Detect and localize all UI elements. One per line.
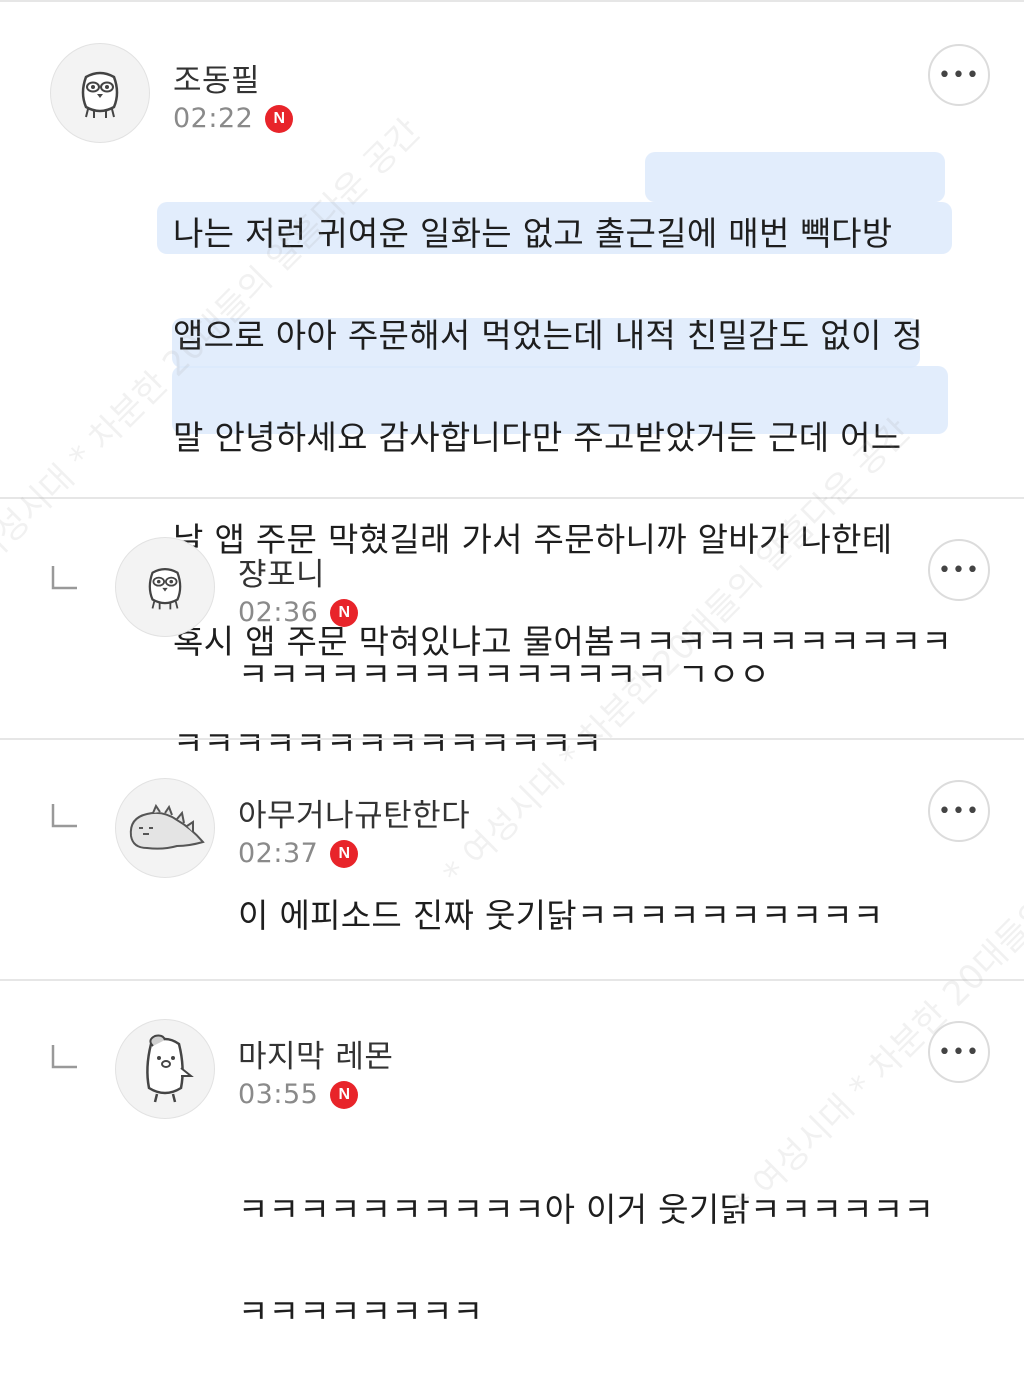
- reply-arrow-icon: [50, 1043, 78, 1071]
- more-options-button[interactable]: •••: [928, 780, 990, 842]
- new-badge: N: [330, 598, 359, 627]
- avatar[interactable]: [115, 778, 215, 878]
- timestamp: 02:22: [173, 103, 254, 134]
- nickname[interactable]: 쟝포니: [238, 549, 325, 594]
- reply-comment: 아무거나규탄한다 02:37 N ••• 이 에피소드 진짜 웃기닭ㅋㅋㅋㅋㅋㅋ…: [0, 740, 1024, 980]
- reply-comment: 쟝포니 02:36 N ••• ㅋㅋㅋㅋㅋㅋㅋㅋㅋㅋㅋㅋㅋㅋ ㄱㅇㅇ: [0, 499, 1024, 739]
- new-badge: N: [330, 839, 359, 868]
- comment-meta: 03:55 N: [238, 1079, 359, 1110]
- owl-character-icon: [81, 71, 119, 118]
- comment-text-line: ㅋㅋㅋㅋㅋㅋㅋㅋ: [238, 1292, 484, 1331]
- reply-arrow-icon: [50, 802, 78, 830]
- ellipsis-icon: •••: [938, 1039, 980, 1065]
- avatar[interactable]: [115, 1019, 215, 1119]
- reply-arrow-icon: [50, 564, 78, 592]
- avatar[interactable]: [50, 43, 150, 143]
- comment-meta: 02:22 N: [173, 103, 294, 134]
- comment-text: 이 에피소드 진짜 웃기닭ㅋㅋㅋㅋㅋㅋㅋㅋㅋㅋ: [238, 896, 884, 935]
- timestamp: 03:55: [238, 1079, 319, 1110]
- timestamp: 02:37: [238, 838, 319, 869]
- avatar[interactable]: [115, 537, 215, 637]
- dinosaur-character-icon: [129, 803, 205, 850]
- penguin-character-icon: [146, 1034, 194, 1103]
- ellipsis-icon: •••: [938, 798, 980, 824]
- comment-text: ㅋㅋㅋㅋㅋㅋㅋㅋㅋㅋ아 이거 웃기닭ㅋㅋㅋㅋㅋㅋ ㅋㅋㅋㅋㅋㅋㅋㅋ: [238, 1133, 934, 1388]
- comment-text: ㅋㅋㅋㅋㅋㅋㅋㅋㅋㅋㅋㅋㅋㅋ ㄱㅇㅇ: [238, 655, 771, 694]
- nickname[interactable]: 아무거나규탄한다: [238, 790, 470, 835]
- comment-text-line: ㅋㅋㅋㅋㅋㅋㅋㅋㅋㅋ아 이거 웃기닭ㅋㅋㅋㅋㅋㅋ: [238, 1190, 935, 1229]
- comment: 조동필 02:22 N ••• 나는 저런 귀여운 일화는 없고 출근길에 매번…: [0, 0, 1024, 763]
- more-options-button[interactable]: •••: [928, 539, 990, 601]
- owl-character-icon: [148, 568, 182, 610]
- comment-text-line: 앱으로 아아 주문해서 먹었는데 내적 친밀감도 없이 정: [173, 316, 924, 355]
- nickname[interactable]: 조동필: [173, 55, 260, 100]
- ellipsis-icon: •••: [938, 557, 980, 583]
- new-badge: N: [330, 1080, 359, 1109]
- comment-text-line: 말 안녕하세요 감사합니다만 주고받았거든 근데 어느: [173, 418, 902, 457]
- nickname[interactable]: 마지막 레몬: [238, 1031, 393, 1076]
- comment-text-line: 나는 저런 귀여운 일화는 없고 출근길에 매번 빽다방: [173, 214, 893, 253]
- timestamp: 02:36: [238, 597, 319, 628]
- comment-meta: 02:37 N: [238, 838, 359, 869]
- more-options-button[interactable]: •••: [928, 1021, 990, 1083]
- more-options-button[interactable]: •••: [928, 44, 990, 106]
- comment-meta: 02:36 N: [238, 597, 359, 628]
- new-badge: N: [265, 104, 294, 133]
- ellipsis-icon: •••: [938, 62, 980, 88]
- reply-comment: 마지막 레몬 03:55 N ••• ㅋㅋㅋㅋㅋㅋㅋㅋㅋㅋ아 이거 웃기닭ㅋㅋㅋ…: [0, 981, 1024, 1331]
